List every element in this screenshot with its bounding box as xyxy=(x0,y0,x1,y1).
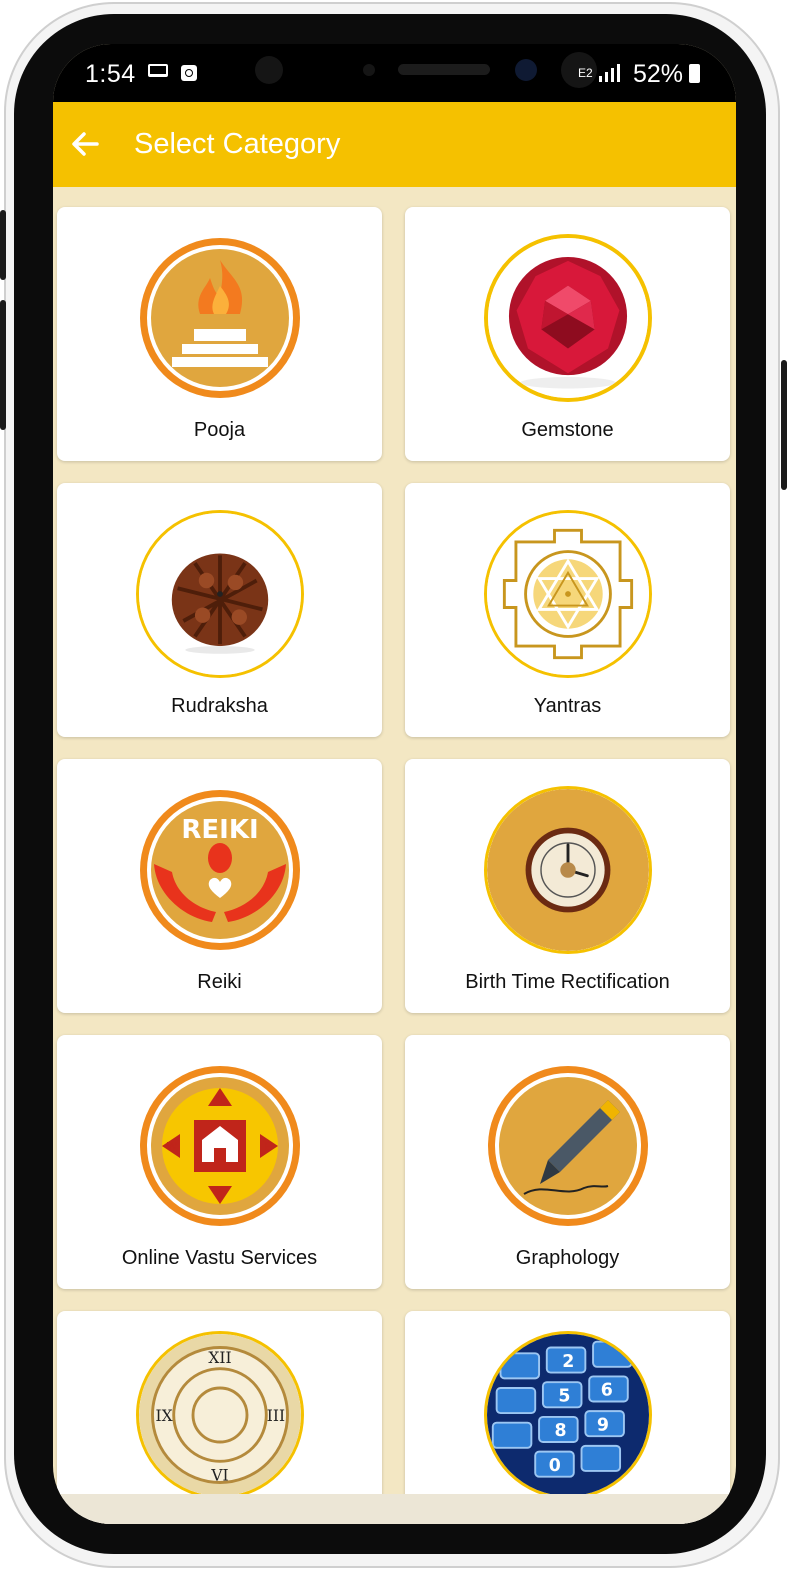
category-label: Rudraksha xyxy=(171,695,268,717)
sensor-icon xyxy=(255,56,283,84)
camera-notch xyxy=(203,44,597,100)
signal-icon xyxy=(599,64,620,82)
volume-down-button xyxy=(0,300,6,430)
category-card-yantras[interactable]: Yantras xyxy=(405,483,730,737)
earpiece-speaker xyxy=(398,64,490,75)
category-card-graphology[interactable]: Graphology xyxy=(405,1035,730,1289)
category-card-online-vastu-services[interactable]: N S W E Online Vastu Services xyxy=(57,1035,382,1289)
category-label: Reiki xyxy=(197,971,242,993)
category-card-pooja[interactable]: Pooja xyxy=(57,207,382,461)
category-label: Gemstone xyxy=(521,419,614,441)
category-card-birth-time-rectification[interactable]: Birth Time Rectification xyxy=(405,759,730,1013)
laptop-icon xyxy=(148,64,168,77)
category-label: Online Vastu Services xyxy=(121,1247,318,1269)
power-button xyxy=(781,360,787,490)
clock-notification-icon xyxy=(181,65,197,81)
svg-text:8: 8 xyxy=(555,1421,567,1441)
reiki-hands-icon: REIKI xyxy=(136,786,304,954)
front-camera-icon xyxy=(515,59,537,81)
category-label: Graphology xyxy=(515,1247,620,1269)
app-bar: Select Category xyxy=(53,102,736,187)
svg-text:III: III xyxy=(267,1407,285,1425)
keypad-icon: 2 5 6 8 9 0 xyxy=(484,1331,652,1499)
fountain-pen-icon xyxy=(484,1062,652,1230)
svg-text:5: 5 xyxy=(558,1387,570,1407)
svg-text:VI: VI xyxy=(210,1467,228,1485)
page-title: Select Category xyxy=(134,128,341,160)
svg-text:IX: IX xyxy=(156,1407,173,1425)
svg-text:W: W xyxy=(167,1140,178,1153)
navigation-bar xyxy=(53,1494,736,1524)
status-time: 1:54 xyxy=(85,60,136,88)
category-card-reiki[interactable]: REIKI Reiki xyxy=(57,759,382,1013)
svg-text:XII: XII xyxy=(208,1349,231,1367)
astro-clock-icon xyxy=(484,786,652,954)
svg-text:S: S xyxy=(217,1189,224,1202)
volume-up-button xyxy=(0,210,6,280)
category-card-roman-clock[interactable]: XII III IX VI xyxy=(57,1311,382,1524)
svg-text:E: E xyxy=(265,1140,272,1153)
category-label: Pooja xyxy=(193,419,246,441)
svg-text:N: N xyxy=(216,1092,224,1105)
svg-text:2: 2 xyxy=(562,1352,574,1372)
svg-text:6: 6 xyxy=(601,1381,613,1401)
fire-altar-icon xyxy=(136,234,304,402)
roman-clock-icon: XII III IX VI xyxy=(136,1331,304,1499)
app-screen: 1:54 E2 52% Select Category Pooja Gemsto… xyxy=(53,44,736,1524)
rudraksha-bead-icon xyxy=(136,510,304,678)
category-card-gemstone[interactable]: Gemstone xyxy=(405,207,730,461)
status-bar: 1:54 E2 52% xyxy=(53,44,736,102)
category-label: Birth Time Rectification xyxy=(465,971,670,993)
battery-percent: 52% xyxy=(633,60,684,88)
proximity-sensor-icon xyxy=(363,64,375,76)
svg-text:REIKI: REIKI xyxy=(181,815,258,845)
category-grid: Pooja Gemstone Rudraksha Yantras REIKI R… xyxy=(53,187,736,1524)
vastu-compass-icon: N S W E xyxy=(136,1062,304,1230)
network-type: E2 xyxy=(578,66,593,80)
category-card-keypad[interactable]: 2 5 6 8 9 0 xyxy=(405,1311,730,1524)
sri-yantra-icon xyxy=(484,510,652,678)
category-label: Yantras xyxy=(533,695,602,717)
category-card-rudraksha[interactable]: Rudraksha xyxy=(57,483,382,737)
back-arrow-icon[interactable] xyxy=(67,126,103,162)
svg-text:0: 0 xyxy=(549,1456,561,1476)
gemstone-icon xyxy=(484,234,652,402)
svg-text:9: 9 xyxy=(597,1415,609,1435)
battery-icon xyxy=(689,64,700,83)
